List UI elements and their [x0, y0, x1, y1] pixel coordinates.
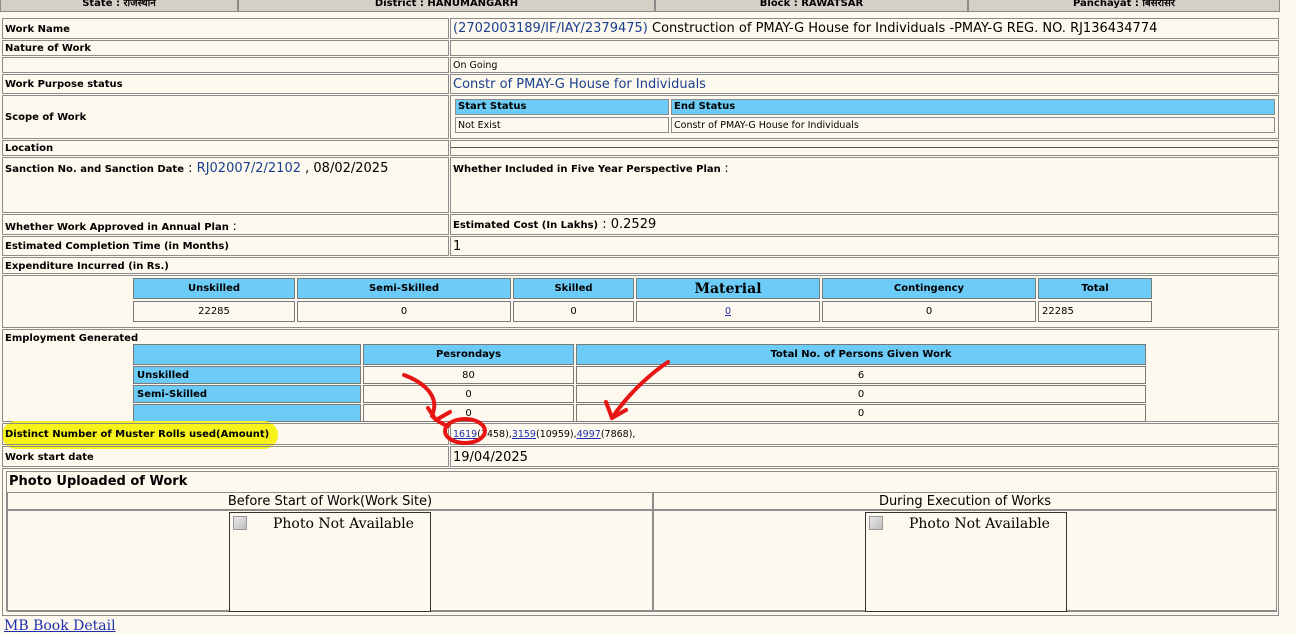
scope-end-header: End Status	[671, 99, 1275, 115]
broken-image-icon	[233, 516, 247, 530]
annual-plan-sep: :	[228, 219, 237, 233]
sanction-cell: Sanction No. and Sanction Date : RJ02007…	[2, 157, 449, 213]
completion-time-value: 1	[450, 236, 1279, 256]
block-header: Block : RAWATSAR	[655, 0, 968, 12]
five-year-plan-label: Whether Included in Five Year Perspectiv…	[453, 164, 721, 175]
muster-roll-link-2[interactable]: 3159	[512, 429, 536, 440]
expenditure-table-cell: Unskilled Semi-Skilled Skilled Material …	[2, 275, 1279, 328]
exp-material-link[interactable]: 0	[725, 306, 731, 317]
emp-row-semiskilled: Semi-Skilled	[133, 385, 361, 403]
scope-end-value: Constr of PMAY-G House for Individuals	[671, 117, 1275, 133]
mb-book-detail-link[interactable]: MB Book Detail	[4, 618, 116, 634]
work-start-label: Work start date	[2, 446, 449, 467]
scope-of-work-table-cell: Start Status End Status Not Exist Constr…	[450, 95, 1279, 139]
work-code: (2702003189/IF/IAY/2379475)	[453, 21, 648, 36]
nature-of-work-blank	[450, 40, 1279, 56]
expenditure-label: Expenditure Incurred (in Rs.)	[2, 257, 1279, 274]
emp-header-blank	[133, 344, 361, 365]
emp-header-persons: Total No. of Persons Given Work	[576, 344, 1146, 365]
work-purpose-value: Constr of PMAY-G House for Individuals	[450, 74, 1279, 94]
expenditure-table: Unskilled Semi-Skilled Skilled Material …	[131, 276, 1154, 324]
photos-before-label: Before Start of Work(Work Site)	[7, 492, 653, 510]
work-name-label: Work Name	[2, 18, 449, 39]
nature-of-work-spacer	[2, 57, 449, 73]
muster-rolls-value: 1619(3458),3159(10959),4997(7868),	[450, 423, 1279, 445]
exp-contingency-value: 0	[822, 301, 1036, 322]
estimated-cost-sep: :	[598, 217, 611, 232]
sanction-date: 08/02/2025	[313, 161, 389, 176]
sanction-sep: :	[184, 161, 197, 176]
location-label: Location	[2, 140, 449, 156]
employment-cell: Employment Generated Pesrondays Total No…	[2, 329, 1279, 422]
muster-roll-link-1[interactable]: 1619	[453, 429, 477, 440]
muster-roll-amount-1: (3458),	[477, 429, 512, 440]
emp-unskilled-persons: 6	[576, 366, 1146, 384]
exp-material-cell: 0	[636, 301, 820, 322]
work-start-value: 19/04/2025	[450, 446, 1279, 467]
photos-during-label: During Execution of Works	[653, 492, 1277, 510]
scope-start-header: Start Status	[455, 99, 669, 115]
annual-plan-cell: Whether Work Approved in Annual Plan :	[2, 214, 449, 235]
exp-header-semiskilled: Semi-Skilled	[297, 278, 511, 299]
emp-blank-persondays: 0	[363, 404, 574, 422]
photos-before-cell: Photo Not Available	[7, 510, 653, 612]
annual-plan-label: Whether Work Approved in Annual Plan	[5, 222, 229, 233]
emp-row-blank	[133, 404, 361, 422]
photo-during: Photo Not Available	[865, 512, 1067, 612]
muster-roll-link-3[interactable]: 4997	[577, 429, 601, 440]
location-divider	[451, 147, 1278, 148]
work-title: Construction of PMAY-G House for Individ…	[647, 21, 1158, 36]
five-year-plan-sep: :	[720, 161, 729, 175]
work-purpose-label: Work Purpose status	[2, 74, 449, 94]
exp-total-value: 22285	[1038, 301, 1152, 322]
photo-before-alt: Photo Not Available	[273, 516, 414, 532]
completion-time-label: Estimated Completion Time (in Months)	[2, 236, 449, 256]
emp-unskilled-persondays: 80	[363, 366, 574, 384]
photos-section: Photo Uploaded of Work Before Start of W…	[2, 468, 1279, 616]
photo-before: Photo Not Available	[229, 512, 431, 612]
exp-skilled-value: 0	[513, 301, 634, 322]
work-name-value: (2702003189/IF/IAY/2379475) Construction…	[450, 18, 1279, 39]
sanction-comma: ,	[301, 161, 314, 176]
exp-header-skilled: Skilled	[513, 278, 634, 299]
emp-header-persondays: Pesrondays	[363, 344, 574, 365]
photos-title: Photo Uploaded of Work	[9, 474, 188, 489]
photos-during-cell: Photo Not Available	[653, 510, 1277, 612]
exp-header-contingency: Contingency	[822, 278, 1036, 299]
muster-roll-amount-2: (10959),	[535, 429, 577, 440]
scope-of-work-label: Scope of Work	[2, 95, 449, 139]
state-header: State : राजस्थान	[0, 0, 238, 12]
panchayat-header: Panchayat : बिसरासर	[968, 0, 1280, 12]
exp-unskilled-value: 22285	[133, 301, 295, 322]
employment-label: Employment Generated	[5, 333, 139, 344]
sanction-label: Sanction No. and Sanction Date	[5, 164, 184, 175]
sanction-number: RJ02007/2/2102	[196, 161, 301, 176]
exp-semiskilled-value: 0	[297, 301, 511, 322]
estimated-cost-label: Estimated Cost (In Lakhs)	[453, 220, 599, 231]
photos-table: Photo Uploaded of Work Before Start of W…	[6, 471, 1277, 612]
five-year-plan-cell: Whether Included in Five Year Perspectiv…	[450, 157, 1279, 213]
emp-blank-persons: 0	[576, 404, 1146, 422]
location-header-bar: State : राजस्थान District : HANUMANGARH …	[0, 0, 1280, 13]
emp-semiskilled-persons: 0	[576, 385, 1146, 403]
photo-during-alt: Photo Not Available	[909, 516, 1050, 532]
estimated-cost-cell: Estimated Cost (In Lakhs) : 0.2529	[450, 214, 1279, 235]
employment-table: Pesrondays Total No. of Persons Given Wo…	[131, 343, 1148, 423]
exp-header-material: Material	[636, 278, 820, 299]
exp-header-unskilled: Unskilled	[133, 278, 295, 299]
estimated-cost-value: 0.2529	[610, 217, 657, 232]
emp-semiskilled-persondays: 0	[363, 385, 574, 403]
emp-row-unskilled: Unskilled	[133, 366, 361, 384]
scope-start-value: Not Exist	[455, 117, 669, 133]
nature-of-work-label: Nature of Work	[2, 40, 449, 56]
exp-header-total: Total	[1038, 278, 1152, 299]
location-value	[450, 140, 1279, 156]
broken-image-icon	[869, 516, 883, 530]
muster-roll-amount-3: (7868),	[600, 429, 636, 440]
muster-rolls-label: Distinct Number of Muster Rolls used(Amo…	[2, 423, 449, 445]
nature-of-work-value: On Going	[450, 57, 1279, 73]
district-header: District : HANUMANGARH	[238, 0, 655, 12]
